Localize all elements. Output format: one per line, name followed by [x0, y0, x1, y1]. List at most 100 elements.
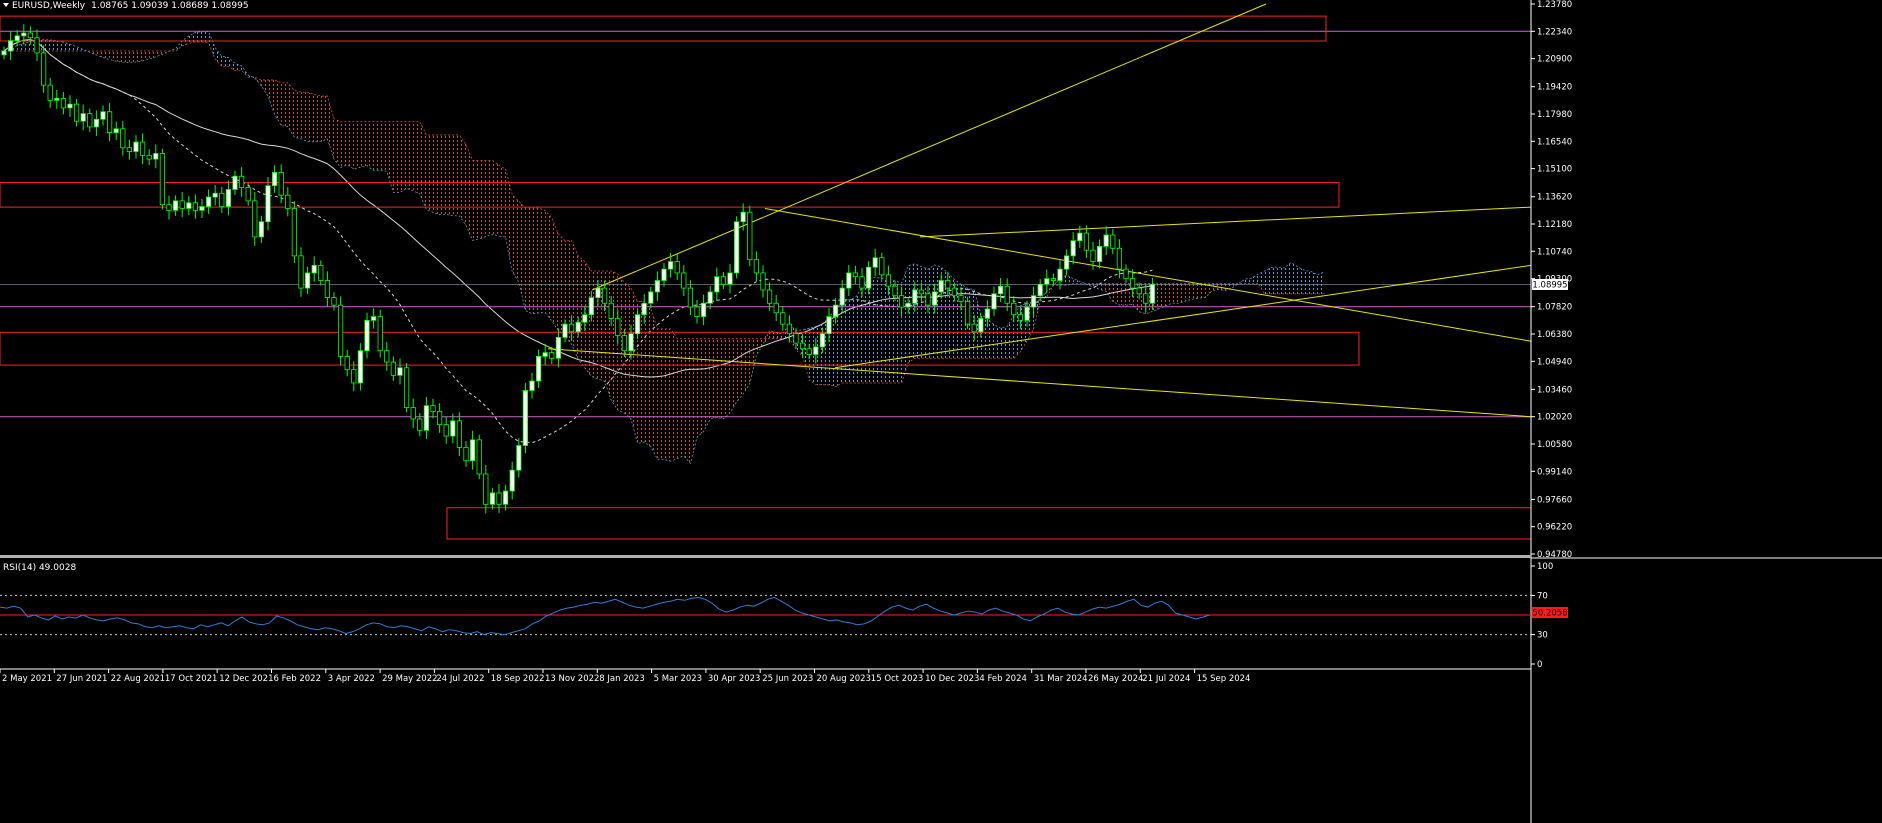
cloud-segment: [294, 90, 301, 139]
candle-body: [139, 141, 146, 156]
time-tick-label: 5 Mar 2023: [654, 674, 702, 684]
price-tick-label: 1.13620: [1537, 193, 1572, 203]
cloud-segment: [736, 338, 744, 402]
candle-body: [839, 287, 845, 306]
candle-body: [661, 268, 667, 281]
cloud-segment: [723, 338, 730, 419]
candle-body: [1130, 278, 1136, 289]
candle-body: [219, 192, 225, 207]
cloud-segment: [492, 160, 499, 237]
candle-body: [912, 289, 918, 304]
candle-body: [450, 420, 456, 437]
cloud-segment: [710, 338, 717, 419]
candle-body: [502, 490, 509, 505]
rsi-tick-label: 30: [1537, 631, 1548, 641]
candle-body: [648, 291, 654, 304]
cloud-segment: [1112, 283, 1120, 306]
cloud-segment: [334, 118, 341, 168]
candle-body: [971, 323, 977, 333]
candle-body: [443, 424, 449, 437]
time-tick-label: 22 Aug 2021: [111, 674, 165, 684]
candle-body: [54, 98, 60, 101]
candle-body: [608, 302, 614, 319]
cloud-segment: [670, 328, 678, 462]
time-tick-label: 15 Sep 2024: [1197, 674, 1251, 684]
candle-body: [978, 318, 984, 333]
candle-body: [87, 113, 93, 128]
candle-body: [991, 293, 997, 310]
time-tick-label: 24 Jul 2022: [436, 674, 484, 684]
time-tick-label: 30 Apr 2023: [708, 674, 761, 684]
cloud-segment: [1159, 283, 1166, 309]
candle-body: [7, 40, 14, 52]
candle-body: [628, 333, 634, 352]
candle-body: [582, 314, 588, 323]
candle-body: [47, 84, 53, 101]
time-tick-label: 15 Oct 2023: [871, 674, 924, 684]
candle-body: [786, 323, 793, 335]
candle-body: [1090, 249, 1096, 262]
candle-body: [753, 259, 760, 274]
price-tick-label: 1.10740: [1537, 247, 1572, 257]
candle-body: [496, 492, 502, 505]
candle-body: [1044, 278, 1050, 285]
time-tick-label: 13 Nov 2022: [545, 674, 599, 684]
cloud-segment: [1119, 283, 1126, 306]
price-tag-label: 1.08995: [1532, 281, 1567, 291]
candle-body: [384, 350, 390, 363]
candle-body: [522, 390, 529, 446]
cloud-segment: [479, 160, 486, 239]
candle-body: [410, 407, 416, 420]
candle-body: [569, 323, 575, 333]
price-tick-label: 0.96220: [1537, 523, 1572, 533]
cloud-segment: [439, 134, 447, 215]
candle-body: [390, 361, 397, 376]
cloud-segment: [1310, 271, 1318, 294]
candle-body: [984, 308, 991, 319]
candle-body: [767, 289, 773, 304]
candle-body: [41, 52, 47, 86]
candle-body: [701, 302, 707, 317]
candle-body: [133, 141, 139, 152]
chart-area[interactable]: EURUSD,Weekly 1.08765 1.09039 1.08689 1.0…: [0, 0, 1882, 823]
candle-body: [1037, 283, 1043, 297]
candle-body: [668, 261, 674, 270]
cloud-segment: [472, 160, 480, 241]
candle-body: [417, 418, 423, 431]
candle-body: [879, 257, 885, 276]
price-tick-label: 1.19420: [1537, 83, 1572, 93]
candle-body: [278, 172, 284, 196]
price-tick-label: 1.03460: [1537, 385, 1572, 395]
cloud-segment: [1264, 267, 1272, 294]
candle: [747, 205, 753, 267]
cloud-segment: [558, 234, 565, 337]
candle-body: [615, 318, 621, 336]
candle-body: [536, 355, 542, 382]
cloud-segment: [538, 207, 546, 313]
symbol-label: EURUSD,Weekly 1.08765 1.09039 1.08689 1.0…: [12, 1, 249, 11]
price-tick-label: 1.22340: [1537, 27, 1572, 37]
candle: [377, 309, 383, 358]
cloud-segment: [373, 121, 381, 171]
candle-body: [1017, 314, 1024, 321]
time-tick-label: 10 Dec 2023: [925, 674, 979, 684]
cloud-segment: [466, 144, 473, 241]
cloud-segment: [855, 287, 862, 383]
candle-body: [311, 264, 317, 274]
cloud-segment: [703, 338, 711, 432]
candle-body: [694, 306, 700, 317]
panel-separator[interactable]: [0, 555, 1531, 558]
candle-body: [357, 350, 364, 384]
time-tick-label: 25 Jun 2023: [762, 674, 813, 684]
candle-body: [555, 337, 562, 359]
candle-body: [351, 369, 357, 384]
candle-body: [430, 405, 436, 412]
candle-body: [60, 98, 67, 109]
cloud-segment: [116, 51, 123, 63]
cloud-segment: [928, 265, 935, 359]
cloud-segment: [426, 134, 433, 213]
candle-body: [1024, 306, 1030, 321]
cloud-segment: [875, 277, 882, 383]
cloud-segment: [347, 121, 354, 170]
candle-body: [1011, 302, 1017, 316]
